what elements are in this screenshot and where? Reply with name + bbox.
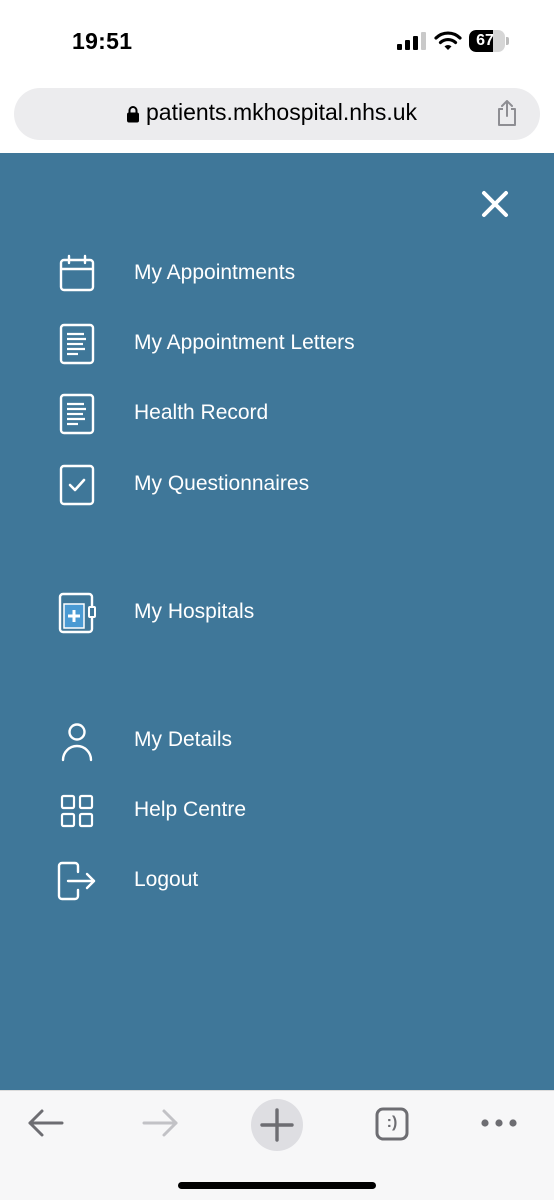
forward-arrow-icon[interactable]: [132, 1101, 188, 1145]
close-icon[interactable]: [478, 187, 512, 221]
logout-icon: [57, 861, 96, 901]
menu-item-my-hospitals[interactable]: My Hospitals: [0, 585, 554, 641]
plus-icon: [260, 1108, 294, 1142]
checklist-icon: [59, 464, 95, 506]
url-text[interactable]: patients.mkhospital.nhs.uk: [146, 99, 417, 126]
menu-item-label: Health Record: [134, 401, 269, 424]
menu-item-label: My Appointments: [134, 261, 296, 284]
new-tab-button[interactable]: [251, 1099, 303, 1151]
menu-item-label: My Hospitals: [134, 600, 255, 623]
grid-icon: [60, 794, 94, 828]
navigation-menu: My Appointments My Appointment Letters H…: [0, 153, 554, 1090]
battery-indicator: 67: [469, 30, 509, 52]
back-arrow-icon[interactable]: [18, 1101, 74, 1145]
share-icon[interactable]: [495, 99, 519, 127]
menu-item-label: My Questionnaires: [134, 472, 310, 495]
hospital-icon: [58, 592, 96, 634]
menu-item-my-details[interactable]: My Details: [0, 713, 554, 769]
lock-icon: [127, 106, 139, 123]
calendar-icon: [59, 254, 95, 292]
status-time: 19:51: [72, 28, 133, 54]
tabs-label: :): [386, 1114, 398, 1131]
status-bar: 19:51 67: [0, 0, 554, 80]
menu-item-my-appointments[interactable]: My Appointments: [0, 246, 554, 302]
menu-item-label: My Appointment Letters: [134, 331, 355, 354]
home-indicator: [178, 1182, 376, 1189]
menu-item-health-record[interactable]: Health Record: [0, 386, 554, 442]
menu-item-my-appointment-letters[interactable]: My Appointment Letters: [0, 316, 554, 372]
menu-item-my-questionnaires[interactable]: My Questionnaires: [0, 457, 554, 513]
menu-item-label: Help Centre: [134, 798, 247, 821]
menu-item-label: My Details: [134, 728, 233, 751]
menu-item-help-centre[interactable]: Help Centre: [0, 783, 554, 839]
menu-item-logout[interactable]: Logout: [0, 853, 554, 909]
tabs-button[interactable]: :): [365, 1101, 421, 1145]
menu-item-label: Logout: [134, 868, 199, 891]
more-icon[interactable]: [471, 1101, 527, 1145]
cellular-signal-icon: [397, 32, 426, 50]
document-icon: [59, 393, 95, 435]
person-icon: [61, 723, 93, 762]
wifi-icon: [434, 31, 462, 50]
document-icon: [59, 323, 95, 365]
battery-level: 67: [476, 32, 494, 49]
address-bar[interactable]: patients.mkhospital.nhs.uk: [14, 88, 540, 140]
